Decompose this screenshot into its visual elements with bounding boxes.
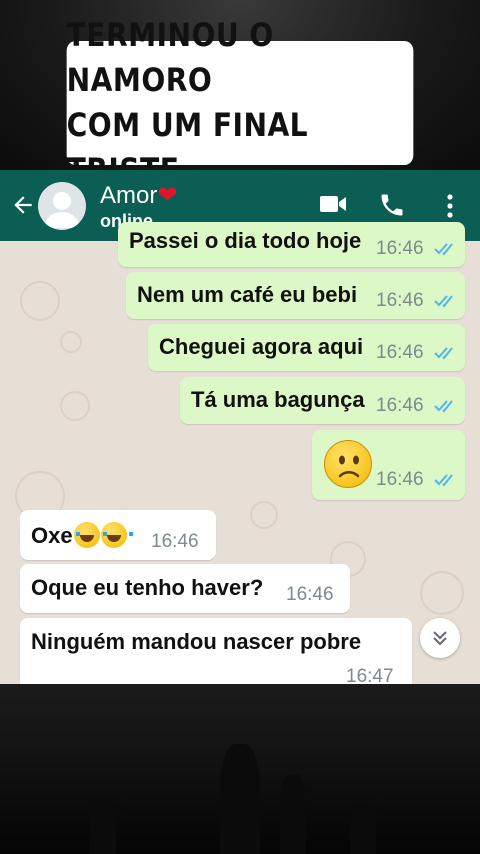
message-text: Tá uma bagunça bbox=[191, 387, 365, 412]
message-text: Cheguei agora aqui bbox=[159, 334, 364, 359]
message-time: 16:46 bbox=[376, 342, 424, 363]
message-text: Oxe bbox=[31, 523, 73, 548]
double-check-icon bbox=[434, 474, 453, 487]
scroll-to-bottom-button[interactable] bbox=[420, 618, 460, 658]
silhouette bbox=[90, 794, 116, 854]
silhouette bbox=[220, 744, 260, 854]
double-check-icon bbox=[434, 400, 453, 413]
message-bubble-outgoing[interactable]: Cheguei agora aqui 16:46 bbox=[148, 324, 465, 371]
avatar[interactable] bbox=[38, 182, 86, 230]
wallpaper-doodle bbox=[60, 331, 82, 353]
message-text: Ninguém mandou nascer pobre bbox=[31, 629, 362, 654]
silhouette bbox=[350, 804, 376, 854]
tears-of-joy-emoji bbox=[73, 522, 106, 548]
contact-name[interactable]: Amor❤ bbox=[100, 181, 177, 210]
wallpaper-doodle bbox=[60, 391, 90, 421]
wallpaper-doodle bbox=[420, 571, 464, 615]
message-bubble-outgoing[interactable]: Passei o dia todo hoje 16:46 bbox=[118, 222, 465, 267]
message-time: 16:46 bbox=[376, 469, 424, 490]
message-time: 16:46 bbox=[376, 290, 424, 311]
background-bottom bbox=[0, 684, 480, 854]
wallpaper-doodle bbox=[20, 281, 60, 321]
message-text: Oque eu tenho haver? bbox=[31, 575, 264, 600]
double-check-icon bbox=[434, 243, 453, 256]
wallpaper-doodle bbox=[250, 501, 278, 529]
contact-name-text: Amor bbox=[100, 182, 158, 209]
message-bubble-outgoing[interactable]: Nem um café eu bebi 16:46 bbox=[126, 272, 465, 319]
slightly-frowning-face-emoji bbox=[324, 440, 372, 488]
video-caption: TERMINOU O NAMORO COM UM FINAL TRISTE bbox=[66, 16, 414, 189]
heart-icon: ❤ bbox=[157, 182, 178, 209]
tears-of-joy-emoji bbox=[100, 522, 133, 548]
caption-line-1: TERMINOU O NAMORO bbox=[66, 16, 274, 99]
message-bubble-incoming[interactable]: Ninguém mandou nascer pobre 16:47 bbox=[20, 618, 412, 687]
message-time: 16:46 bbox=[376, 238, 424, 259]
message-text: Nem um café eu bebi bbox=[137, 282, 358, 307]
double-check-icon bbox=[434, 295, 453, 308]
message-bubble-incoming[interactable]: Oxe 16:46 bbox=[20, 510, 216, 560]
message-text: Passei o dia todo hoje bbox=[129, 228, 362, 253]
message-time: 16:46 bbox=[376, 395, 424, 416]
message-bubble-outgoing[interactable]: Tá uma bagunça 16:46 bbox=[180, 377, 465, 424]
chevron-double-down-icon bbox=[433, 631, 447, 646]
default-avatar-icon bbox=[44, 192, 80, 228]
video-camera-icon[interactable] bbox=[319, 192, 347, 216]
message-bubble-outgoing[interactable]: 16:46 bbox=[312, 430, 465, 500]
double-check-icon bbox=[434, 347, 453, 360]
message-time: 16:46 bbox=[286, 584, 334, 605]
silhouette bbox=[280, 774, 306, 854]
phone-icon[interactable] bbox=[378, 191, 406, 219]
message-bubble-incoming[interactable]: Oque eu tenho haver? 16:46 bbox=[20, 564, 350, 613]
arrow-left-icon[interactable] bbox=[10, 192, 36, 218]
more-vertical-icon[interactable] bbox=[444, 193, 456, 219]
message-time: 16:46 bbox=[151, 531, 199, 552]
